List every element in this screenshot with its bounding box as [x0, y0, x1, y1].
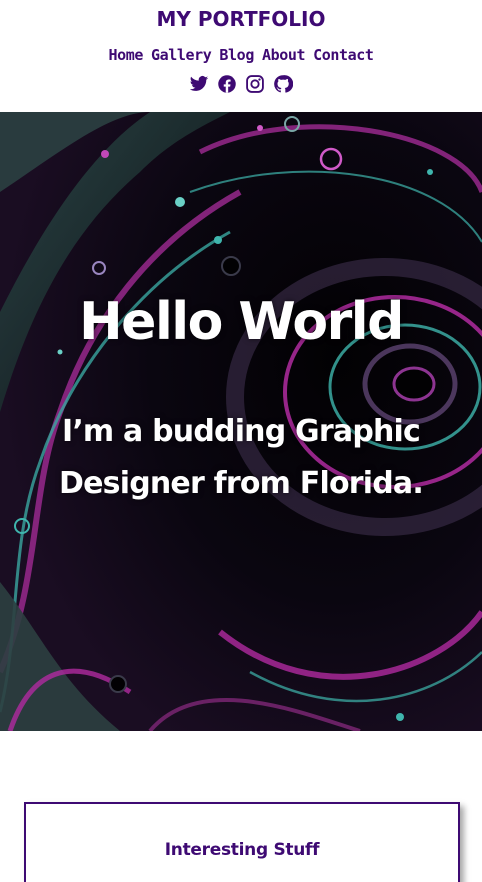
nav-contact[interactable]: Contact: [313, 44, 374, 66]
hero-subtitle: I’m a budding Graphic Designer from Flor…: [59, 414, 424, 501]
card-title: Interesting Stuff: [164, 840, 320, 860]
github-icon: [274, 75, 293, 93]
hero-section: Hello World I’m a budding Graphic Design…: [0, 112, 482, 731]
nav-blog[interactable]: Blog: [219, 44, 254, 66]
facebook-link[interactable]: [217, 74, 237, 94]
hero-title: Hello World: [79, 292, 404, 352]
social-links: [0, 74, 482, 94]
interesting-stuff-card: Interesting Stuff: [24, 802, 460, 882]
site-title-link[interactable]: MY PORTFOLIO: [0, 6, 482, 32]
instagram-link[interactable]: [245, 74, 265, 94]
instagram-icon: [246, 75, 264, 93]
facebook-icon: [218, 75, 236, 93]
twitter-icon: [189, 76, 209, 91]
twitter-link[interactable]: [189, 74, 209, 94]
site-header: MY PORTFOLIO Home Gallery Blog About Con…: [0, 0, 482, 112]
main-nav: Home Gallery Blog About Contact: [0, 44, 482, 66]
nav-home[interactable]: Home: [108, 44, 143, 66]
nav-gallery[interactable]: Gallery: [151, 44, 212, 66]
github-link[interactable]: [273, 74, 293, 94]
nav-about[interactable]: About: [262, 44, 306, 66]
